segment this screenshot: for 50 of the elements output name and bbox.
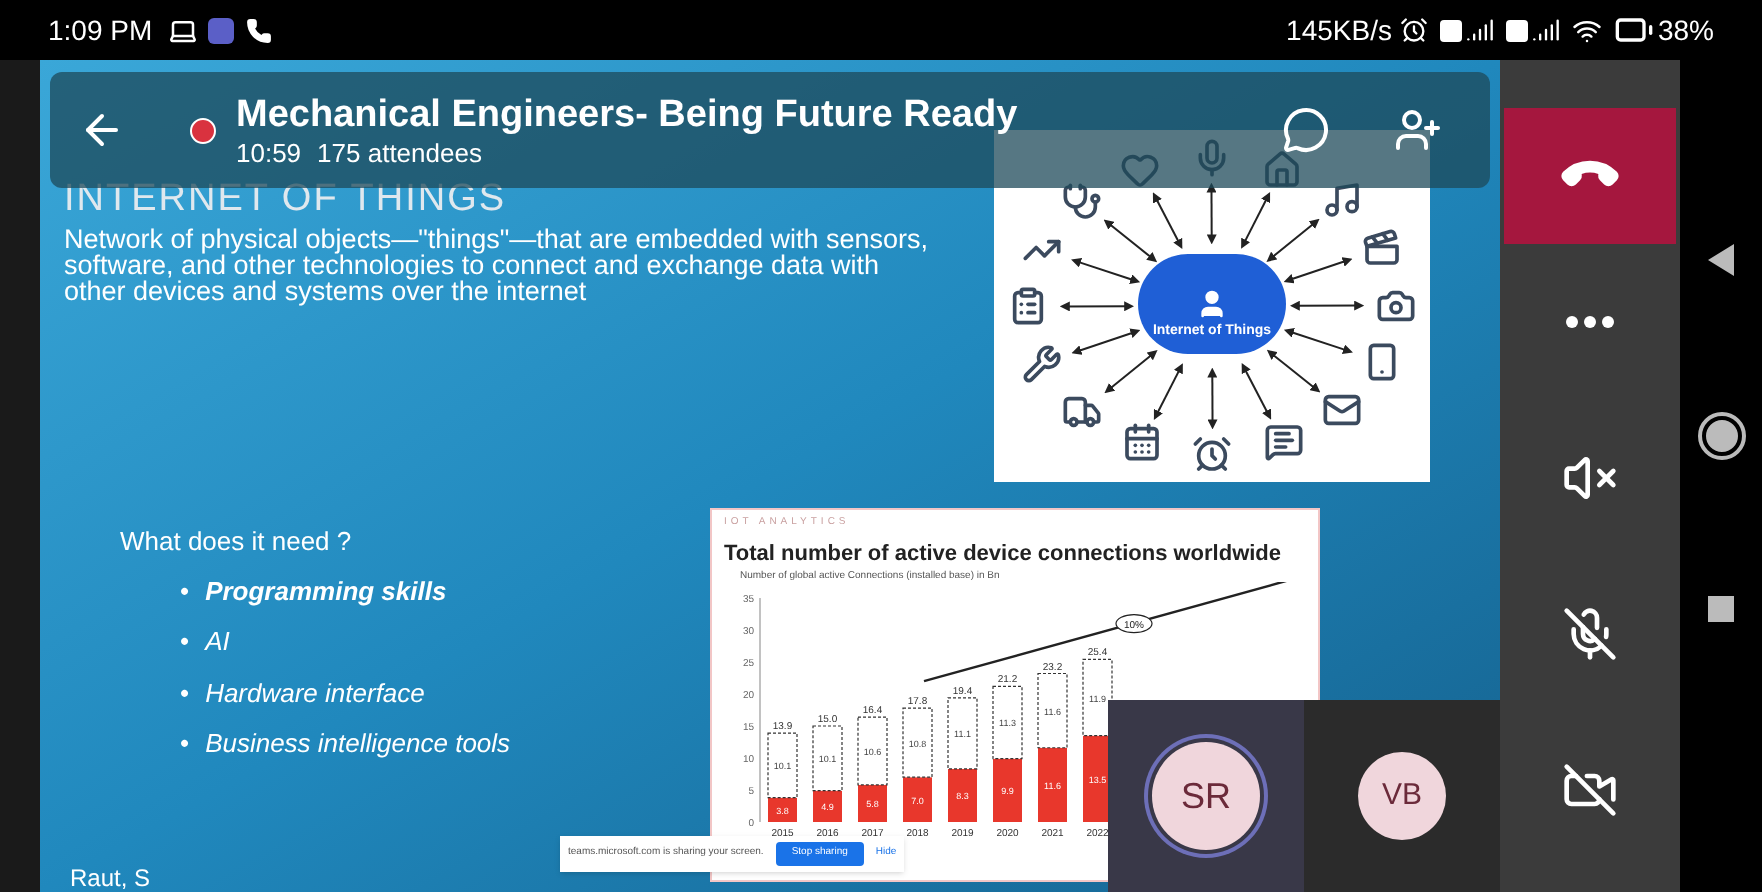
double-arrow xyxy=(1206,182,1217,245)
signal-icon xyxy=(1465,16,1494,44)
bullet-item: AI xyxy=(205,624,230,660)
network-speed: 145KB/s xyxy=(1286,11,1392,49)
clock-time: 1:09 PM xyxy=(48,11,153,49)
clapperboard-icon xyxy=(1361,228,1402,269)
slide-title: INTERNET OF THINGS xyxy=(64,180,509,218)
laptop-icon xyxy=(168,15,199,45)
signal-icon xyxy=(1531,16,1560,44)
alarm-clock-icon xyxy=(1399,16,1428,44)
author-name: Raut, S xyxy=(70,864,153,892)
alarm-clock-icon xyxy=(1192,433,1233,474)
bullet-marker: • xyxy=(180,726,190,762)
ellipsis-icon xyxy=(1566,316,1614,328)
bullet-marker: • xyxy=(180,624,190,660)
participant-avatar: SR xyxy=(1152,742,1260,850)
bullet-marker: • xyxy=(180,573,190,609)
slide-paragraph: Network of physical objects—"things"—that are embedded with sensors, software, and other technologies to connect and exchange data with other devices and systems over the internet xyxy=(64,226,931,304)
bullet-item: Hardware interface xyxy=(205,675,425,711)
double-arrow xyxy=(1207,367,1218,430)
envelope-icon xyxy=(1322,390,1363,431)
double-arrow xyxy=(1289,300,1365,311)
participant-avatar: VB xyxy=(1358,752,1446,840)
video-camera-off-icon xyxy=(1562,762,1618,818)
hang-up-button[interactable] xyxy=(1504,108,1676,244)
camera-icon xyxy=(1375,285,1416,326)
tools-icon xyxy=(1022,343,1063,384)
app-icon xyxy=(208,17,235,43)
clipboard-icon xyxy=(1008,286,1048,327)
battery-percent: 38% xyxy=(1657,11,1714,49)
calendar-icon xyxy=(1122,422,1163,463)
chart-title: Total number of active device connections worldwide xyxy=(724,544,1284,566)
bullet-item: Programming skills xyxy=(205,573,447,610)
truck-icon xyxy=(1062,391,1103,432)
meeting-title: Mechanical Engineers- Being Future Ready xyxy=(236,93,1018,137)
wifi-icon xyxy=(1571,15,1602,45)
chat-bubble-icon xyxy=(1263,422,1304,463)
chat-icon[interactable] xyxy=(1282,106,1330,154)
attendee-count: 175 attendees xyxy=(317,137,482,167)
slide-question: What does it need ? xyxy=(120,524,354,560)
home-nav-icon[interactable] xyxy=(1701,416,1741,456)
phone-icon xyxy=(246,17,273,43)
back-nav-icon[interactable] xyxy=(1708,244,1734,276)
cloud-icon xyxy=(1138,254,1286,354)
bullet-marker: • xyxy=(180,675,190,711)
add-people-icon[interactable] xyxy=(1394,106,1442,154)
meeting-duration: 10:59 xyxy=(236,137,302,167)
double-arrow xyxy=(1059,301,1135,312)
bullet-item: Business intelligence tools xyxy=(205,726,511,762)
microphone-off-icon xyxy=(1562,606,1618,662)
